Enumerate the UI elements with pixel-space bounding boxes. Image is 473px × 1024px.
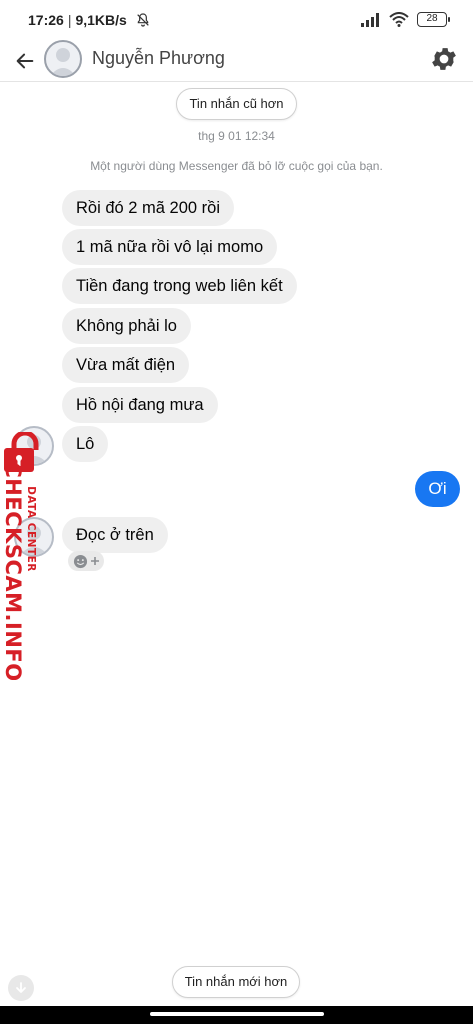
bell-off-icon [137, 13, 149, 27]
back-button[interactable] [10, 46, 40, 76]
plus-icon [90, 557, 99, 565]
arrow-down-icon [16, 982, 26, 993]
incoming-message[interactable]: Hồ nội đang mưa [62, 387, 218, 423]
watermark-main: CHECKSCAM.INFO [1, 462, 25, 682]
status-right: 28 [361, 12, 450, 27]
network-speed: 9,1KB/s [75, 12, 127, 28]
back-arrow-icon [16, 53, 34, 69]
incoming-message[interactable]: 1 mã nữa rồi vô lại momo [62, 229, 278, 265]
incoming-message[interactable]: Đọc ở trên [62, 517, 168, 553]
newer-messages-button[interactable]: Tin nhắn mới hơn [172, 966, 300, 998]
home-gesture-handle[interactable] [150, 1012, 324, 1016]
status-separator: | [67, 12, 72, 28]
status-left: 17:26 | 9,1KB/s [28, 12, 151, 28]
gear-icon [432, 48, 456, 70]
scroll-down-button[interactable] [8, 975, 34, 1001]
signal-icon [361, 12, 379, 27]
conversation-header: Nguyễn Phương [0, 40, 473, 82]
outgoing-message[interactable]: Ơi [415, 471, 460, 507]
default-avatar-icon [50, 48, 76, 76]
settings-button[interactable] [429, 44, 459, 74]
status-time: 17:26 [28, 12, 64, 28]
wifi-icon [389, 12, 409, 27]
smiley-icon [73, 554, 87, 568]
incoming-message[interactable]: Lô [62, 426, 109, 462]
incoming-message[interactable]: Không phải lo [62, 308, 191, 344]
contact-name[interactable]: Nguyễn Phương [92, 48, 225, 69]
incoming-message[interactable]: Vừa mất điện [62, 347, 190, 383]
watermark-sub: DATA CENTER [25, 486, 37, 572]
add-reaction-button[interactable] [68, 551, 104, 571]
message-timestamp: thg 9 01 12:34 [198, 129, 275, 143]
avatar[interactable] [44, 40, 82, 78]
battery-icon: 28 [417, 12, 450, 27]
status-bar: 17:26 | 9,1KB/s 28 [0, 0, 473, 40]
incoming-message[interactable]: Tiền đang trong web liên kết [62, 268, 297, 304]
missed-call-notice: Một người dùng Messenger đã bỏ lỡ cuộc g… [90, 159, 383, 173]
older-messages-button[interactable]: Tin nhắn cũ hơn [176, 88, 297, 120]
incoming-message[interactable]: Rồi đó 2 mã 200 rồi [62, 190, 234, 226]
